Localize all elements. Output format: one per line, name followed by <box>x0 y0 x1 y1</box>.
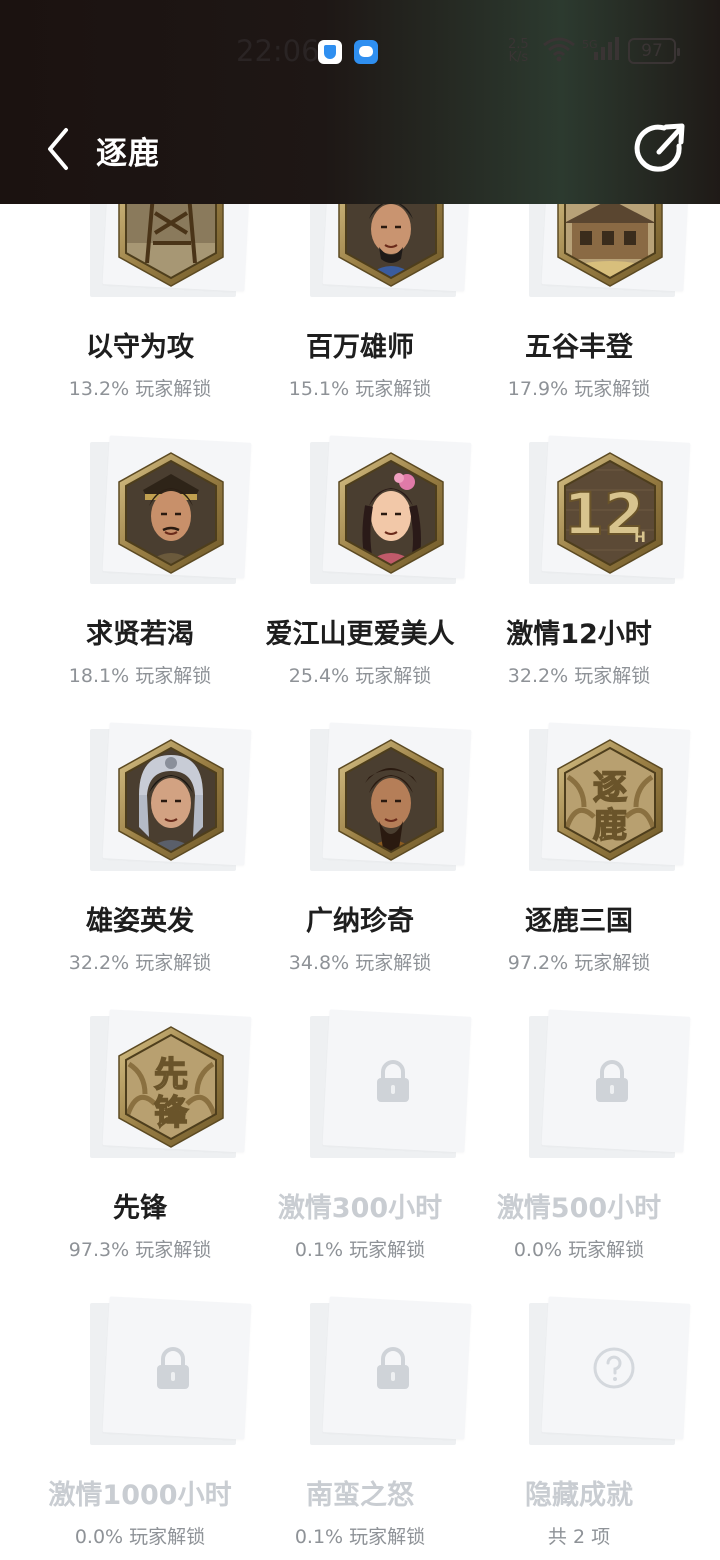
achievement-card <box>310 722 472 874</box>
achievement-unlock-rate: 17.9% 玩家解锁 <box>507 378 651 400</box>
achievement-item[interactable]: 隐藏成就 共 2 项 <box>469 1296 691 1558</box>
achievement-grid: 以守为攻 13.2% 玩家解锁 百万雄师 15.1% 玩家解锁 五谷丰登 17.… <box>0 0 720 1560</box>
lock-icon <box>377 1060 409 1102</box>
wifi-icon <box>543 37 575 62</box>
achievement-unlock-rate: 0.1% 玩家解锁 <box>294 1526 426 1548</box>
achievement-item[interactable]: 先 锋 先锋 97.3% 玩家解锁 <box>30 1009 252 1271</box>
share-button[interactable] <box>634 120 686 176</box>
achievement-name: 南蛮之怒 <box>306 1480 414 1511</box>
achievement-item[interactable]: 求贤若渴 18.1% 玩家解锁 <box>30 435 252 697</box>
achievement-unlock-rate: 25.4% 玩家解锁 <box>288 665 432 687</box>
achievement-card <box>310 1009 472 1161</box>
achievement-name: 以守为攻 <box>86 332 194 363</box>
security-app-icon <box>318 40 342 64</box>
achievement-card <box>90 435 252 587</box>
achievement-item[interactable]: 南蛮之怒 0.1% 玩家解锁 <box>250 1296 472 1558</box>
achievement-name: 雄姿英发 <box>86 906 194 937</box>
achievement-card <box>310 435 472 587</box>
status-time: 22:06 <box>236 34 320 68</box>
achievement-item[interactable]: 激情500小时 0.0% 玩家解锁 <box>469 1009 691 1271</box>
achievement-card <box>90 1296 252 1448</box>
achievement-name: 激情500小时 <box>496 1193 662 1224</box>
achievement-item[interactable]: 激情1000小时 0.0% 玩家解锁 <box>30 1296 252 1558</box>
achievement-unlock-rate: 32.2% 玩家解锁 <box>68 952 212 974</box>
achievement-badge-icon: 12 H <box>557 452 663 574</box>
battery-indicator: 97 <box>628 38 680 64</box>
achievement-unlock-rate: 18.1% 玩家解锁 <box>68 665 212 687</box>
achievement-unlock-rate: 0.1% 玩家解锁 <box>294 1239 426 1261</box>
achievement-badge-icon: 逐 鹿 <box>557 739 663 861</box>
achievement-item[interactable]: 广纳珍奇 34.8% 玩家解锁 <box>250 722 472 984</box>
achievement-name: 激情12小时 <box>506 619 652 650</box>
achievement-name: 求贤若渴 <box>86 619 194 650</box>
lock-icon <box>596 1060 628 1102</box>
achievement-card <box>90 722 252 874</box>
achievement-name: 百万雄师 <box>306 332 414 363</box>
achievement-card <box>529 1009 691 1161</box>
achievement-item[interactable]: 爱江山更爱美人 25.4% 玩家解锁 <box>250 435 472 697</box>
achievement-unlock-rate: 97.2% 玩家解锁 <box>507 952 651 974</box>
achievement-name: 先锋 <box>113 1193 167 1224</box>
question-mark-icon <box>593 1347 635 1389</box>
share-external-icon <box>634 123 685 172</box>
achievement-name: 逐鹿三国 <box>525 906 633 937</box>
achievement-name: 激情1000小时 <box>48 1480 232 1511</box>
badge-12h-sub: H <box>634 530 646 546</box>
achievement-unlock-rate: 0.0% 玩家解锁 <box>513 1239 645 1261</box>
achievement-item[interactable]: 激情300小时 0.1% 玩家解锁 <box>250 1009 472 1271</box>
achievement-name: 爱江山更爱美人 <box>265 619 455 650</box>
message-app-icon <box>354 40 378 64</box>
achievement-unlock-rate: 13.2% 玩家解锁 <box>68 378 212 400</box>
achievement-item[interactable]: 12 H 激情12小时 32.2% 玩家解锁 <box>469 435 691 697</box>
achievement-name: 广纳珍奇 <box>306 906 414 937</box>
achievement-badge-icon <box>338 739 444 861</box>
achievement-badge-icon <box>118 739 224 861</box>
achievement-unlock-rate: 15.1% 玩家解锁 <box>288 378 432 400</box>
network-speed: 2.5 K/s <box>508 37 529 65</box>
achievement-name: 五谷丰登 <box>525 332 633 363</box>
achievement-item[interactable]: 雄姿英发 32.2% 玩家解锁 <box>30 722 252 984</box>
achievement-badge-icon <box>338 452 444 574</box>
achievement-badge-icon <box>118 452 224 574</box>
achievement-card <box>529 1296 691 1448</box>
badge-zhulu-top: 逐 <box>593 768 627 808</box>
achievement-unlock-rate: 34.8% 玩家解锁 <box>288 952 432 974</box>
achievement-unlock-rate: 0.0% 玩家解锁 <box>74 1526 206 1548</box>
achievement-card: 12 H <box>529 435 691 587</box>
achievement-badge-icon: 先 锋 <box>118 1026 224 1148</box>
achievement-unlock-rate: 共 2 项 <box>547 1526 611 1548</box>
signal-icon <box>594 37 619 60</box>
back-button[interactable] <box>40 124 80 174</box>
badge-xianfeng-bottom: 锋 <box>154 1093 189 1133</box>
achievement-unlock-rate: 32.2% 玩家解锁 <box>507 665 651 687</box>
badge-xianfeng-top: 先 <box>154 1055 188 1095</box>
achievement-unlock-rate: 97.3% 玩家解锁 <box>68 1239 212 1261</box>
achievement-name: 隐藏成就 <box>525 1480 633 1511</box>
achievement-card <box>310 1296 472 1448</box>
chevron-left-icon <box>48 128 68 170</box>
lock-icon <box>377 1347 409 1389</box>
badge-12h-text: 12 <box>564 480 645 548</box>
page-title: 逐鹿 <box>96 136 160 172</box>
achievement-card: 逐 鹿 <box>529 722 691 874</box>
app-header: 22:06 2.5 K/s 5G 97 逐鹿 <box>0 0 720 204</box>
achievement-name: 激情300小时 <box>277 1193 443 1224</box>
lock-icon <box>157 1347 189 1389</box>
achievement-card: 先 锋 <box>90 1009 252 1161</box>
badge-zhulu-bottom: 鹿 <box>593 806 627 846</box>
achievement-item[interactable]: 逐 鹿 逐鹿三国 97.2% 玩家解锁 <box>469 722 691 984</box>
